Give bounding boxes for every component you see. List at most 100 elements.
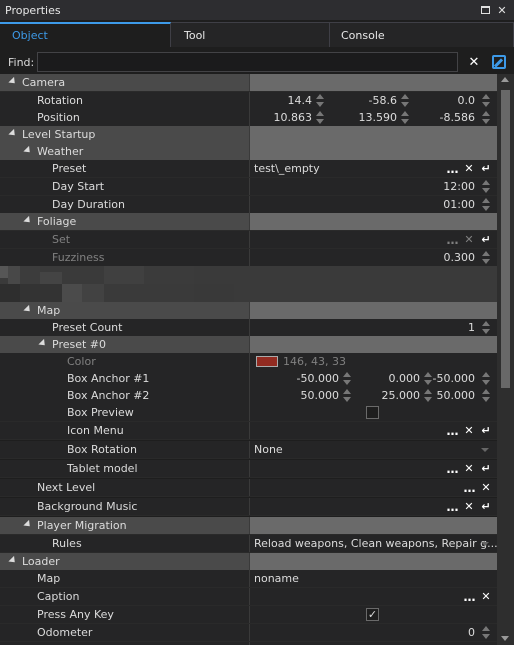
spinner-icon[interactable] <box>316 111 324 125</box>
collapse-arrow-icon[interactable] <box>23 519 33 530</box>
spinner-icon[interactable] <box>343 389 351 403</box>
box-preview-checkbox[interactable] <box>366 406 379 419</box>
spinner-icon[interactable] <box>482 94 490 108</box>
property-rules[interactable]: Rules Reload weapons, Clean weapons, Rep… <box>0 535 497 553</box>
find-input[interactable] <box>37 52 458 72</box>
clear-button[interactable]: ✕ <box>462 499 476 514</box>
spinner-icon[interactable] <box>482 321 490 335</box>
reset-button[interactable]: ↵ <box>479 499 493 514</box>
clear-button[interactable]: ✕ <box>462 232 476 247</box>
box-rotation-value[interactable]: None <box>254 443 283 456</box>
box-anchor-2-x-value[interactable]: 50.000 <box>301 389 340 402</box>
property-box-rotation[interactable]: Box Rotation None <box>0 441 497 459</box>
ellipsis-button[interactable]: … <box>462 589 476 604</box>
spinner-icon[interactable] <box>343 372 351 386</box>
preset-count-value[interactable]: 1 <box>468 321 475 334</box>
spinner-icon[interactable] <box>482 372 490 386</box>
ellipsis-button[interactable]: … <box>445 161 459 176</box>
category-level-startup[interactable]: Level Startup <box>0 126 497 144</box>
close-button[interactable]: ✕ <box>495 3 509 17</box>
category-map[interactable]: Map <box>0 302 497 320</box>
ellipsis-button[interactable]: … <box>445 499 459 514</box>
spinner-icon[interactable] <box>482 180 490 194</box>
box-anchor-1-z-value[interactable]: -50.000 <box>433 372 475 385</box>
spinner-icon[interactable] <box>482 251 490 265</box>
scrollbar-thumb[interactable] <box>501 90 510 388</box>
loader-map-value[interactable]: noname <box>254 572 299 585</box>
collapse-arrow-icon[interactable] <box>23 304 33 315</box>
position-x-value[interactable]: 10.863 <box>274 111 313 124</box>
dropdown-arrow-icon[interactable] <box>481 448 489 452</box>
ellipsis-button[interactable]: … <box>462 480 476 495</box>
rotation-x-value[interactable]: 14.4 <box>288 94 313 107</box>
property-next-level[interactable]: Next Level … ✕ <box>0 479 497 497</box>
category-camera[interactable]: Camera <box>0 74 497 92</box>
collapse-arrow-icon[interactable] <box>8 128 18 139</box>
category-foliage[interactable]: Foliage <box>0 213 497 231</box>
property-tablet-model[interactable]: Tablet model … ✕ ↵ <box>0 460 497 478</box>
box-anchor-2-z-value[interactable]: 50.000 <box>437 389 476 402</box>
category-preset-0[interactable]: Preset #0 <box>0 336 497 354</box>
scroll-down-icon[interactable] <box>501 636 509 641</box>
spinner-icon[interactable] <box>316 94 324 108</box>
tab-object[interactable]: Object <box>0 22 171 47</box>
position-z-value[interactable]: -8.586 <box>440 111 475 124</box>
odometer-value[interactable]: 0 <box>468 626 475 639</box>
collapse-arrow-icon[interactable] <box>8 76 18 87</box>
edit-button[interactable] <box>489 52 509 72</box>
collapse-arrow-icon[interactable] <box>23 215 33 226</box>
collapse-arrow-icon[interactable] <box>8 555 18 566</box>
property-caption[interactable]: Caption … ✕ <box>0 588 497 606</box>
collapse-arrow-icon[interactable] <box>23 145 33 156</box>
property-background-music[interactable]: Background Music … ✕ ↵ <box>0 498 497 516</box>
tab-tool[interactable]: Tool <box>171 22 330 47</box>
property-color[interactable]: Color 146, 43, 33 <box>0 353 497 371</box>
property-box-anchor-1[interactable]: Box Anchor #1 -50.000 0.000 -50.000 <box>0 370 497 388</box>
scroll-up-icon[interactable] <box>501 77 509 82</box>
category-player-migration[interactable]: Player Migration <box>0 517 497 535</box>
clear-button[interactable]: ✕ <box>462 461 476 476</box>
rotation-y-value[interactable]: -58.6 <box>369 94 397 107</box>
clear-button[interactable]: ✕ <box>462 423 476 438</box>
box-anchor-2-y-value[interactable]: 25.000 <box>382 389 421 402</box>
color-swatch[interactable] <box>256 356 278 367</box>
box-anchor-1-x-value[interactable]: -50.000 <box>297 372 339 385</box>
dropdown-arrow-icon[interactable] <box>481 542 489 546</box>
day-start-value[interactable]: 12:00 <box>443 180 475 193</box>
clear-button[interactable]: ✕ <box>479 589 493 604</box>
property-preset[interactable]: Preset test\_empty … ✕ ↵ <box>0 160 497 178</box>
category-loader[interactable]: Loader <box>0 553 497 571</box>
clear-button[interactable]: ✕ <box>462 161 476 176</box>
ellipsis-button[interactable]: … <box>445 461 459 476</box>
rules-value[interactable]: Reload weapons, Clean weapons, Repair g.… <box>254 537 497 550</box>
property-rotation[interactable]: Rotation 14.4 -58.6 0.0 <box>0 92 497 110</box>
box-anchor-1-y-value[interactable]: 0.000 <box>389 372 421 385</box>
position-y-value[interactable]: 13.590 <box>359 111 398 124</box>
property-loader-map[interactable]: Map noname <box>0 570 497 588</box>
maximize-button[interactable] <box>478 3 492 17</box>
property-day-duration[interactable]: Day Duration 01:00 <box>0 196 497 214</box>
fuzziness-value[interactable]: 0.300 <box>444 251 476 264</box>
property-set[interactable]: Set … ✕ ↵ <box>0 231 497 249</box>
reset-button[interactable]: ↵ <box>479 423 493 438</box>
spinner-icon[interactable] <box>482 389 490 403</box>
spinner-icon[interactable] <box>424 372 432 386</box>
collapse-arrow-icon[interactable] <box>38 338 48 349</box>
reset-button[interactable]: ↵ <box>479 461 493 476</box>
day-duration-value[interactable]: 01:00 <box>443 198 475 211</box>
ellipsis-button[interactable]: … <box>445 423 459 438</box>
reset-button[interactable]: ↵ <box>479 232 493 247</box>
clear-find-button[interactable]: ✕ <box>464 52 484 72</box>
spinner-icon[interactable] <box>482 198 490 212</box>
press-any-key-checkbox[interactable]: ✓ <box>366 608 379 621</box>
property-box-preview[interactable]: Box Preview <box>0 404 497 422</box>
spinner-icon[interactable] <box>401 94 409 108</box>
preset-value[interactable]: test\_empty <box>254 162 320 175</box>
spinner-icon[interactable] <box>424 389 432 403</box>
property-icon-menu[interactable]: Icon Menu … ✕ ↵ <box>0 422 497 440</box>
reset-button[interactable]: ↵ <box>479 161 493 176</box>
property-position[interactable]: Position 10.863 13.590 -8.586 <box>0 109 497 127</box>
property-press-any-key[interactable]: Press Any Key ✓ <box>0 606 497 624</box>
property-box-anchor-2[interactable]: Box Anchor #2 50.000 25.000 50.000 <box>0 387 497 405</box>
tab-console[interactable]: Console <box>330 22 514 47</box>
